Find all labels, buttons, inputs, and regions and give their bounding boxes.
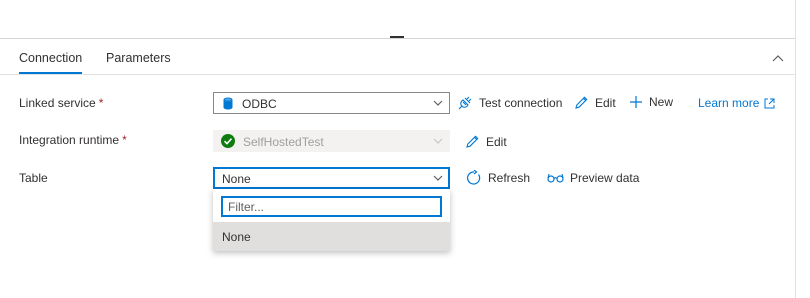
refresh-icon (467, 170, 481, 185)
preview-data-button[interactable]: Preview data (547, 171, 639, 185)
linked-service-label: Linked service * (19, 96, 103, 110)
chevron-down-icon (433, 175, 443, 181)
learn-more-label: Learn more (698, 96, 760, 110)
refresh-button[interactable]: Refresh (466, 170, 530, 186)
table-label: Table (19, 171, 48, 185)
tab-parameters[interactable]: Parameters (106, 51, 171, 65)
learn-more-link[interactable]: Learn more (698, 96, 775, 110)
refresh-label: Refresh (488, 171, 531, 185)
integration-runtime-label-text: Integration runtime (19, 133, 120, 147)
tab-connection[interactable]: Connection (19, 51, 83, 74)
pencil-icon (575, 96, 588, 109)
glasses-icon (547, 173, 564, 183)
test-connection-button[interactable]: Test connection (457, 95, 562, 111)
integration-runtime-edit-button[interactable]: Edit (465, 134, 507, 149)
pencil-icon (466, 135, 479, 148)
linked-service-select[interactable]: ODBC (213, 92, 450, 114)
new-linked-service-label: New (649, 95, 674, 109)
chevron-up-icon[interactable] (772, 54, 784, 62)
integration-runtime-value: SelfHostedTest (243, 135, 324, 149)
linked-service-label-text: Linked service (19, 96, 96, 110)
table-value: None (222, 172, 251, 186)
integration-runtime-label: Integration runtime * (19, 133, 127, 147)
chevron-down-icon (433, 100, 443, 106)
preview-data-label: Preview data (570, 171, 640, 185)
dropdown-option-none[interactable]: None (213, 222, 450, 251)
required-marker: * (98, 96, 104, 110)
table-filter-input[interactable] (223, 198, 440, 215)
required-marker: * (122, 133, 127, 147)
plus-icon (630, 96, 642, 108)
panel-top-divider (0, 38, 795, 39)
table-filter-box[interactable] (221, 196, 442, 217)
panel-right-border (795, 0, 796, 298)
database-icon (223, 97, 233, 110)
chevron-down-icon (433, 138, 443, 144)
external-link-icon (764, 98, 775, 108)
plug-icon (458, 96, 472, 110)
tab-divider (0, 74, 795, 75)
linked-service-edit-label: Edit (595, 95, 616, 110)
integration-runtime-select: SelfHostedTest (213, 130, 450, 152)
green-check-icon (221, 134, 235, 148)
test-connection-label: Test connection (479, 96, 563, 110)
linked-service-value: ODBC (242, 97, 277, 111)
linked-service-edit-button[interactable]: Edit (574, 95, 616, 110)
new-linked-service-button[interactable]: New (629, 95, 673, 109)
table-dropdown-menu: None (213, 189, 450, 251)
table-select[interactable]: None (213, 167, 450, 189)
integration-runtime-edit-label: Edit (486, 134, 507, 149)
dropdown-option-label: None (222, 230, 251, 244)
